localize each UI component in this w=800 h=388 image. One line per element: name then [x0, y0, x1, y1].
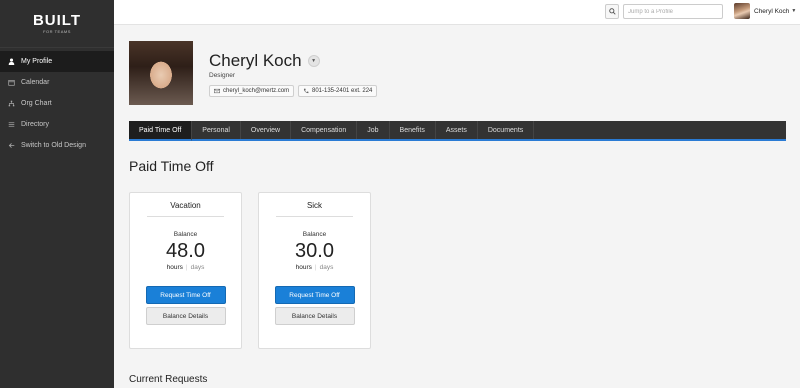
unit-divider: | — [314, 264, 317, 271]
logo-text: BUILT — [32, 12, 82, 29]
profile-tabs: Paid Time Off Personal Overview Compensa… — [129, 121, 786, 141]
request-time-off-button[interactable]: Request Time Off — [274, 286, 355, 304]
balance-label: Balance — [173, 231, 198, 238]
profile-name-row: Cheryl Koch ▼ — [209, 51, 320, 71]
sidebar-item-calendar[interactable]: Calendar — [0, 72, 114, 93]
user-menu-name: Cheryl Koch — [754, 7, 790, 15]
profile-name: Cheryl Koch — [209, 51, 302, 70]
sidebar-item-label: Calendar — [21, 79, 50, 86]
calendar-icon — [7, 79, 15, 87]
tab-benefits[interactable]: Benefits — [390, 121, 436, 139]
phone-text: 801-135-2401 ext. 224 — [312, 88, 373, 94]
card-title: Sick — [276, 193, 353, 217]
unit-days-toggle[interactable]: days — [320, 264, 334, 271]
search-icon[interactable] — [605, 4, 619, 19]
balance-value: 30.0 — [295, 240, 334, 262]
balance-details-button[interactable]: Balance Details — [274, 307, 355, 325]
chevron-down-icon: ▼ — [791, 8, 797, 14]
logo[interactable]: BUILT FOR TEAMS — [0, 0, 114, 48]
list-icon — [7, 121, 15, 129]
top-bar: Cheryl Koch ▼ — [114, 0, 800, 25]
job-title: Designer — [209, 72, 236, 79]
balance-details-button[interactable]: Balance Details — [145, 307, 226, 325]
tab-assets[interactable]: Assets — [436, 121, 478, 139]
sidebar-item-label: Org Chart — [21, 100, 52, 107]
balance-label: Balance — [302, 231, 327, 238]
profile-photo — [129, 41, 193, 105]
sidebar-item-my-profile[interactable]: My Profile — [0, 51, 114, 72]
unit-days-toggle[interactable]: days — [191, 264, 205, 271]
request-time-off-button[interactable]: Request Time Off — [145, 286, 226, 304]
unit-toggle: hours | days — [130, 264, 241, 271]
sidebar: BUILT FOR TEAMS My Profile Calendar Org … — [0, 0, 114, 388]
avatar — [734, 3, 750, 19]
profile-options-chevron-icon[interactable]: ▼ — [307, 55, 320, 67]
balance-value: 48.0 — [166, 240, 205, 262]
unit-toggle: hours | days — [259, 264, 370, 271]
sick-card: Sick Balance 30.0 hours | days Request Tim… — [258, 192, 371, 349]
phone-icon — [303, 88, 309, 94]
org-chart-icon — [7, 100, 15, 108]
sidebar-item-org-chart[interactable]: Org Chart — [0, 93, 114, 114]
tab-job[interactable]: Job — [357, 121, 390, 139]
sidebar-item-label: Switch to Old Design — [21, 142, 86, 149]
tab-documents[interactable]: Documents — [478, 121, 535, 139]
logo-subtext: FOR TEAMS — [43, 29, 71, 34]
user-menu[interactable]: Cheryl Koch ▼ — [734, 3, 796, 19]
sidebar-item-label: My Profile — [21, 58, 53, 65]
card-title: Vacation — [147, 193, 224, 217]
tab-paid-time-off[interactable]: Paid Time Off — [129, 121, 193, 141]
sidebar-item-directory[interactable]: Directory — [0, 114, 114, 135]
tab-compensation[interactable]: Compensation — [291, 121, 358, 139]
unit-hours-toggle[interactable]: hours — [167, 264, 183, 271]
current-requests-heading: Current Requests — [129, 374, 208, 385]
email-text: cheryl_koch@mertz.com — [223, 88, 290, 94]
unit-hours-toggle[interactable]: hours — [296, 264, 312, 271]
user-icon — [7, 58, 15, 66]
email-chip[interactable]: cheryl_koch@mertz.com — [209, 85, 295, 97]
sidebar-item-switch-old-design[interactable]: Switch to Old Design — [0, 135, 114, 156]
tab-personal[interactable]: Personal — [192, 121, 241, 139]
arrow-left-icon — [7, 142, 15, 150]
unit-divider: | — [185, 264, 188, 271]
tab-overview[interactable]: Overview — [241, 121, 292, 139]
vacation-card: Vacation Balance 48.0 hours | days Request… — [129, 192, 242, 349]
sidebar-item-label: Directory — [21, 121, 50, 128]
sidebar-nav: My Profile Calendar Org Chart Directory … — [0, 51, 114, 156]
page-title: Paid Time Off — [129, 158, 214, 174]
envelope-icon — [214, 88, 220, 94]
phone-chip[interactable]: 801-135-2401 ext. 224 — [298, 85, 378, 97]
search-input[interactable] — [623, 4, 723, 19]
